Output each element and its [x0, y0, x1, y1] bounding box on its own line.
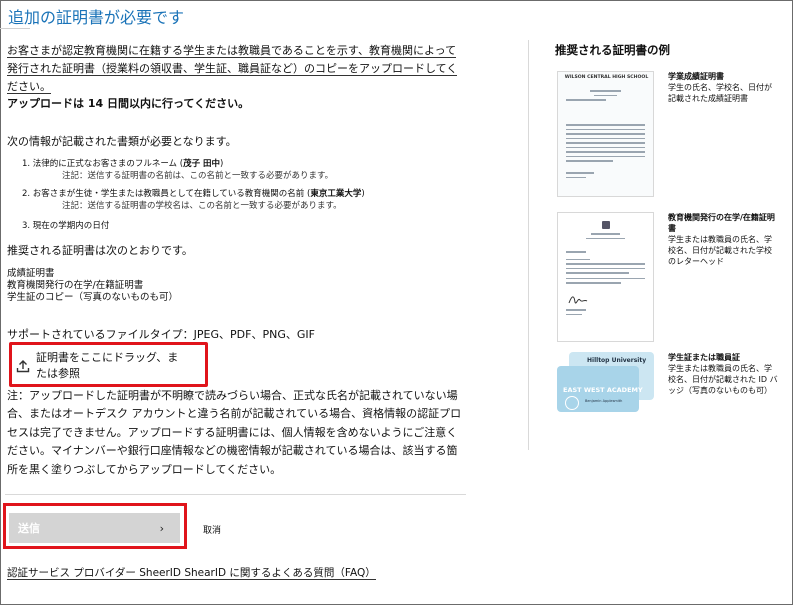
thumb-body	[566, 251, 645, 287]
signature-icon	[568, 296, 588, 304]
thumb-closing	[566, 309, 645, 318]
submit-button[interactable]: 送信 ›	[9, 513, 180, 543]
example-transcript: 学業成績証明書 学生の氏名、学校名、日付が記載された成績証明書	[668, 71, 778, 104]
requirement-main: 3. 現在の学期内の日付	[22, 221, 110, 231]
intro-text-content: お客さまが認定教育機関に在籍する学生または教職員であることを示す、教育機関によっ…	[7, 44, 458, 94]
avatar-icon	[565, 396, 579, 410]
card-name: Benjamin Applesmith	[585, 399, 623, 403]
requirements-list: 1. 法律的に正式なお客さまのフルネーム (茂子 田中) 注記：送信する証明書の…	[22, 158, 462, 232]
example-title: 教育機関発行の在学/在籍証明書	[668, 213, 775, 233]
id-card-thumbnail: Hilltop University EAST WEST ACADEMY Ben…	[557, 352, 654, 412]
example-id-card: 学生証または職員証 学生または教職員の氏名、学校名、日付が記載された ID バッ…	[668, 352, 778, 396]
doc-item: 教育機関発行の在学/在籍証明書	[7, 280, 144, 291]
filetypes-text: サポートされているファイルタイプ：JPEG、PDF、PNG、GIF	[7, 328, 315, 341]
thumb-lines	[566, 90, 645, 104]
thumb-lines	[566, 233, 645, 242]
transcript-thumbnail: WILSON CENTRAL HIGH SCHOOL	[557, 71, 654, 197]
school-crest-icon	[602, 221, 610, 229]
letterhead-thumbnail	[557, 212, 654, 342]
upload-dropzone[interactable]: 証明書をここにドラッグ、または参照	[16, 348, 196, 384]
divider	[5, 494, 466, 495]
doc-item: 学生証のコピー（写真のないものも可）	[7, 292, 179, 303]
example-desc: 学生の氏名、学校名、日付が記載された成績証明書	[668, 83, 772, 103]
page-title: 追加の証明書が必要です	[8, 8, 185, 27]
requirement-main: 2. お客さまが生徒・学生または教職員として在籍している教育機関の名前 (東京工…	[22, 189, 365, 199]
id-card-front: EAST WEST ACADEMY Benjamin Applesmith	[557, 366, 643, 412]
requirement-item: 2. お客さまが生徒・学生または教職員として在籍している教育機関の名前 (東京工…	[22, 188, 462, 212]
example-desc: 学生または教職員の氏名、学校名、日付が記載された学校のレターヘッド	[668, 235, 772, 266]
example-desc: 学生または教職員の氏名、学校名、日付が記載された ID バッジ（写真のないものも…	[668, 364, 778, 395]
thumb-table	[566, 124, 645, 165]
warning-note: 注：アップロードした証明書が不明瞭で読みづらい場合、正式な氏名が記載されていない…	[7, 389, 462, 476]
title-rule	[0, 28, 30, 29]
example-enrollment-letter: 教育機関発行の在学/在籍証明書 学生または教職員の氏名、学校名、日付が記載された…	[668, 212, 778, 267]
requirement-item: 3. 現在の学期内の日付	[22, 220, 462, 232]
chevron-right-icon: ›	[159, 521, 164, 535]
intro-text: お客さまが認定教育機関に在籍する学生または教職員であることを示す、教育機関によっ…	[7, 42, 465, 96]
recommended-heading: 推奨される証明書は次のとおりです。	[7, 244, 193, 257]
cancel-link[interactable]: 取消	[203, 523, 221, 536]
thumb-school-name: WILSON CENTRAL HIGH SCHOOL	[564, 75, 649, 80]
doc-item: 成績証明書	[7, 268, 55, 279]
faq-link-text: 認証サービス プロバイダー SheerID ShearID に関するよくある質問…	[7, 567, 376, 580]
example-title: 学生証または職員証	[668, 353, 740, 362]
thumb-footer	[566, 172, 645, 181]
upload-label: 証明書をここにドラッグ、または参照	[36, 351, 179, 380]
examples-heading: 推奨される証明書の例	[555, 43, 670, 57]
requirement-note: 注記：送信する証明書の名前は、この名前と一致する必要があります。	[62, 171, 334, 181]
deadline-text: アップロードは 14 日間以内に行ってください。	[7, 97, 250, 110]
required-heading: 次の情報が記載された書類が必要となります。	[7, 135, 237, 148]
card-back-school: Hilltop University	[587, 357, 647, 364]
submit-label: 送信	[18, 522, 40, 535]
faq-link[interactable]: 認証サービス プロバイダー SheerID ShearID に関するよくある質問…	[7, 565, 376, 580]
column-divider	[528, 40, 529, 450]
requirement-item: 1. 法律的に正式なお客さまのフルネーム (茂子 田中) 注記：送信する証明書の…	[22, 158, 462, 182]
upload-icon	[16, 360, 30, 373]
card-front-school: EAST WEST ACADEMY	[563, 386, 643, 394]
example-title: 学業成績証明書	[668, 72, 724, 81]
requirement-note: 注記：送信する証明書の学校名は、この名前と一致する必要があります。	[62, 201, 342, 211]
recommended-docs-list: 成績証明書 教育機関発行の在学/在籍証明書 学生証のコピー（写真のないものも可）	[7, 268, 178, 304]
requirement-main: 1. 法律的に正式なお客さまのフルネーム (茂子 田中)	[22, 159, 224, 169]
